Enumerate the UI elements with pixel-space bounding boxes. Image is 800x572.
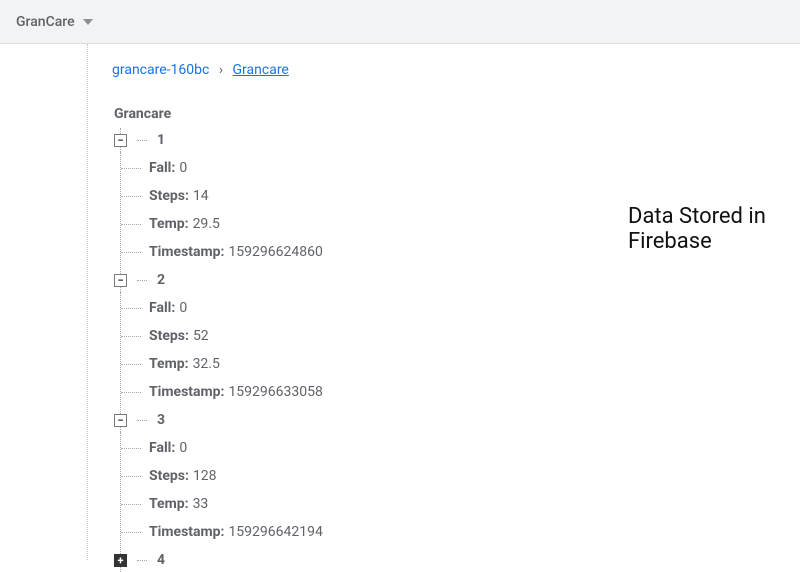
content-area: grancare-160bc › Grancare Grancare − 1 F… <box>0 44 800 560</box>
breadcrumb: grancare-160bc › Grancare <box>112 62 800 78</box>
tree-leaf[interactable]: Fall:0 <box>149 294 800 322</box>
tree-node-head[interactable]: − 1 <box>114 128 800 152</box>
field-value: 32.5 <box>193 356 220 372</box>
tree-node-id: 1 <box>157 132 165 148</box>
tree-connector <box>137 280 147 281</box>
field-value: 0 <box>179 300 187 316</box>
field-key: Timestamp: <box>149 384 224 400</box>
tree-node-children: Fall:0 Steps:52 Temp:32.5 Timestamp:1592… <box>120 292 800 408</box>
tree-connector <box>137 420 147 421</box>
field-value: 0 <box>179 440 187 456</box>
collapse-icon[interactable]: − <box>114 134 127 147</box>
field-key: Temp: <box>149 216 189 232</box>
tree-leaf[interactable]: Fall:0 <box>149 154 800 182</box>
tree-leaf[interactable]: Timestamp:159296633058 <box>149 378 800 406</box>
tree-leaf[interactable]: Timestamp:159296642194 <box>149 518 800 546</box>
breadcrumb-root-link[interactable]: grancare-160bc <box>112 62 209 78</box>
tree-node-children: Fall:0 Steps:128 Temp:33 Timestamp:15929… <box>120 432 800 548</box>
field-key: Fall: <box>149 440 175 456</box>
field-key: Timestamp: <box>149 524 224 540</box>
field-value: 128 <box>193 468 217 484</box>
field-value: 159296624860 <box>228 244 322 260</box>
field-value: 159296633058 <box>228 384 322 400</box>
tree-leaf[interactable]: Steps:128 <box>149 462 800 490</box>
field-value: 14 <box>193 188 209 204</box>
tree-leaf[interactable]: Fall:0 <box>149 434 800 462</box>
tree-root-label: Grancare <box>112 106 800 122</box>
tree-node: − 2 Fall:0 Steps:52 Temp:32.5 Timestamp:… <box>114 268 800 408</box>
breadcrumb-current-link[interactable]: Grancare <box>233 62 289 78</box>
tree-node-id: 3 <box>157 412 165 428</box>
main-panel: grancare-160bc › Grancare Grancare − 1 F… <box>88 44 800 560</box>
field-key: Temp: <box>149 356 189 372</box>
field-key: Timestamp: <box>149 244 224 260</box>
project-name: GranCare <box>16 14 75 30</box>
top-bar: GranCare <box>0 0 800 44</box>
project-selector[interactable]: GranCare <box>16 14 93 30</box>
data-tree: − 1 Fall:0 Steps:14 Temp:29.5 Timestamp:… <box>112 128 800 572</box>
breadcrumb-separator: › <box>219 62 223 78</box>
tree-leaf[interactable]: Steps:52 <box>149 322 800 350</box>
field-value: 29.5 <box>193 216 220 232</box>
tree-node-id: 4 <box>157 552 165 568</box>
tree-connector <box>137 140 147 141</box>
tree-leaf[interactable]: Temp:33 <box>149 490 800 518</box>
collapse-icon[interactable]: − <box>114 274 127 287</box>
field-key: Steps: <box>149 328 189 344</box>
tree-node: + 4 <box>114 548 800 572</box>
field-key: Fall: <box>149 160 175 176</box>
annotation-text: Data Stored in Firebase <box>628 204 766 254</box>
field-key: Steps: <box>149 188 189 204</box>
tree-node-head[interactable]: − 2 <box>114 268 800 292</box>
field-value: 159296642194 <box>228 524 322 540</box>
expand-icon[interactable]: + <box>114 554 127 567</box>
tree-node-head[interactable]: + 4 <box>114 548 800 572</box>
field-key: Steps: <box>149 468 189 484</box>
collapse-icon[interactable]: − <box>114 414 127 427</box>
tree-leaf[interactable]: Temp:32.5 <box>149 350 800 378</box>
field-value: 52 <box>193 328 209 344</box>
left-gutter <box>0 44 88 560</box>
annotation-line: Firebase <box>628 229 766 254</box>
field-value: 33 <box>193 496 209 512</box>
tree-node: − 3 Fall:0 Steps:128 Temp:33 Timestamp:1… <box>114 408 800 548</box>
tree-node-head[interactable]: − 3 <box>114 408 800 432</box>
field-key: Fall: <box>149 300 175 316</box>
field-key: Temp: <box>149 496 189 512</box>
chevron-down-icon <box>83 19 93 25</box>
field-value: 0 <box>179 160 187 176</box>
tree-node-id: 2 <box>157 272 165 288</box>
annotation-line: Data Stored in <box>628 204 766 229</box>
